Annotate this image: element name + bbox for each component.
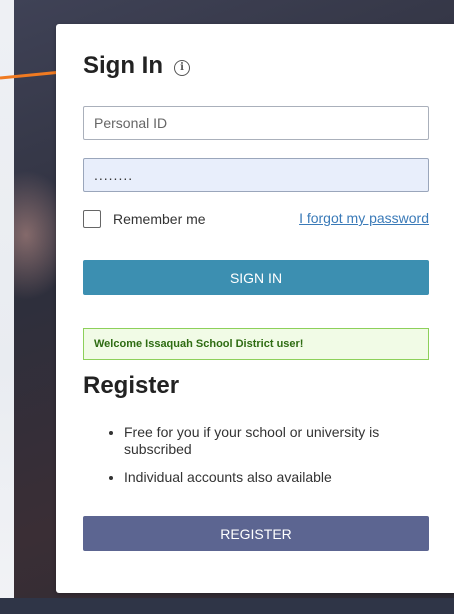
password-input[interactable] (83, 158, 429, 192)
signin-card: Sign In i Remember me I forgot my passwo… (56, 24, 454, 593)
page-title: Sign In (83, 52, 163, 79)
info-icon-glyph: i (180, 62, 184, 73)
list-item: Individual accounts also available (124, 469, 444, 486)
register-button[interactable]: REGISTER (83, 516, 429, 551)
remember-me-row: Remember me (83, 209, 206, 229)
personal-id-input[interactable] (83, 106, 429, 140)
register-title: Register (83, 372, 180, 399)
info-icon[interactable]: i (174, 60, 190, 76)
signin-button[interactable]: SIGN IN (83, 260, 429, 295)
register-benefits-list: Free for you if your school or universit… (97, 424, 444, 497)
forgot-password-link[interactable]: I forgot my password (299, 210, 429, 226)
list-item: Free for you if your school or universit… (124, 424, 444, 458)
remember-me-label[interactable]: Remember me (113, 211, 206, 227)
remember-me-checkbox[interactable] (83, 210, 101, 228)
background-bottom-bar (0, 598, 454, 614)
welcome-banner: Welcome Issaquah School District user! (83, 328, 429, 360)
